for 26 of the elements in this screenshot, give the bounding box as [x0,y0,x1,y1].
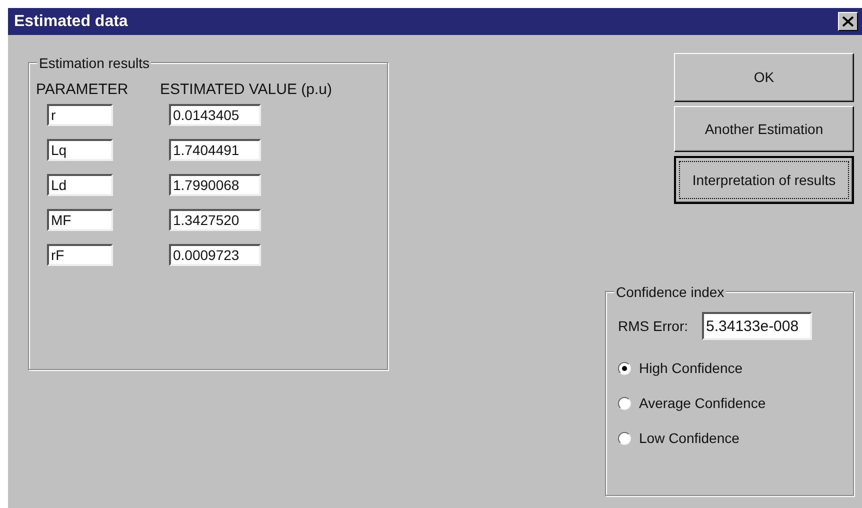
radio-label: Low Confidence [639,429,740,448]
radio-label: Average Confidence [639,394,766,413]
rms-error-label: RMS Error: [618,316,688,336]
dialog-button[interactable]: OK [674,53,854,102]
parameter-field[interactable]: rF [47,244,113,266]
parameter-field[interactable]: MF [47,208,113,230]
dialog-button[interactable]: Interpretation of results [674,156,854,204]
close-button[interactable] [838,12,858,31]
parameter-field[interactable]: r [47,104,113,126]
radio-label: High Confidence [639,359,743,378]
dialog-button[interactable]: Another Estimation [674,106,854,152]
value-field[interactable]: 0.0009723 [169,244,261,266]
value-field[interactable]: 1.7404491 [169,138,261,160]
rms-error-field[interactable]: 5.34133e-008 [702,312,812,340]
value-field[interactable]: 1.7990068 [169,174,261,196]
window-title: Estimated data [14,12,128,32]
column-header: PARAMETER [36,80,130,100]
parameter-field[interactable]: Ld [47,174,113,196]
value-field[interactable]: 1.3427520 [169,208,261,230]
radio-button[interactable] [618,432,631,445]
radio-button[interactable] [618,397,631,410]
radio-button[interactable] [618,362,631,375]
column-header: ESTIMATED VALUE (p.u) [160,80,332,100]
parameter-field[interactable]: Lq [47,138,113,160]
close-icon [842,16,854,27]
value-field[interactable]: 0.0143405 [169,104,261,126]
